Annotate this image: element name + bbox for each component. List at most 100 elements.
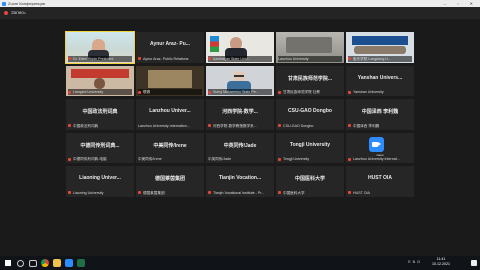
clock-date: 10.12.2021 (432, 262, 450, 266)
participant-name-label: 中国泽西 李利魏 (348, 123, 412, 129)
participant-name: Tongji University (283, 157, 310, 161)
participant-tile[interactable]: 中英同传/Jade 中英同传/Jade (206, 132, 274, 163)
flag-image (210, 36, 219, 52)
participant-name: Yanshan University (353, 90, 384, 94)
participant-name: 中国泽西 李利魏 (353, 123, 380, 128)
muted-mic-icon (138, 57, 141, 61)
participant-gallery: Dr. Eden Kirpin President Aynur Araz- Pu.… (65, 31, 414, 232)
windows-start-icon[interactable] (5, 260, 11, 266)
participant-name: 河西学院-数学教授数学系... (213, 123, 257, 128)
participant-name: HUST OIA (353, 190, 370, 195)
participant-name: 联赛 (143, 90, 151, 94)
muted-mic-icon (278, 191, 281, 195)
muted-mic-icon (138, 191, 141, 195)
muted-mic-icon (348, 157, 351, 161)
file-explorer-icon[interactable] (53, 259, 61, 267)
participant-tile[interactable]: 中国泽西 李利魏 中国泽西 李利魏 (346, 99, 414, 130)
participant-name: 中美同传/Irene (138, 157, 162, 161)
participant-name: Lanzhou University (278, 56, 309, 61)
muted-mic-icon (138, 90, 141, 94)
participant-name-label: CSU-GAO Dongbo (278, 123, 342, 129)
participant-name: 中国政法刑词典 (73, 123, 99, 128)
participant-name-label: Lanzhou University Internat... (348, 156, 412, 162)
participant-name: 中国医科大学 (283, 190, 305, 195)
recording-label[interactable]: Запись (11, 9, 26, 17)
participant-tile[interactable]: 中国政法刑词典 中国政法刑词典 (66, 99, 134, 130)
participant-tile[interactable]: Liaoning Univer... Liaoning University (66, 166, 134, 197)
zoom-logo-icon (369, 136, 384, 152)
participant-tile[interactable]: zoom Lanzhou University Internat... (346, 132, 414, 163)
participant-name-label: 中德同传刑词典-电脑 (68, 156, 132, 162)
participant-display-name: Tongji University (289, 141, 331, 148)
banner-image (352, 36, 408, 45)
participant-tile[interactable]: Tongji University Tongji University (276, 132, 344, 163)
window-titlebar: Zoom Конференция – ▫ ✕ (0, 0, 480, 7)
excel-icon[interactable] (77, 259, 85, 267)
participant-tile[interactable]: Yanshan Univers... Yanshan University (346, 65, 414, 96)
participant-tile[interactable]: Sumy Makarenko State Pe... (206, 65, 274, 96)
participant-tile[interactable]: 中国医科大学 中国医科大学 (276, 166, 344, 197)
search-icon[interactable] (17, 260, 24, 267)
task-view-icon[interactable] (29, 260, 37, 267)
participant-name: Liangshi University (73, 90, 104, 94)
participant-display-name: 德国莱茵集团 (154, 176, 185, 182)
recording-icon (4, 11, 8, 15)
participant-display-name: Aynur Araz- Pu... (150, 41, 190, 47)
notification-icon[interactable] (471, 260, 477, 266)
participant-name: CSU-GAO Dongbo (283, 123, 314, 128)
participant-tile[interactable]: Liangshi University (66, 65, 134, 96)
participant-name-label: 德国莱茵集团 (138, 190, 202, 196)
participant-video (225, 37, 247, 60)
muted-mic-icon (348, 90, 351, 94)
participant-name: Tianjin Vocational Institute - Pr... (213, 190, 265, 195)
participant-video (227, 70, 251, 93)
participant-name: Liaoning University (73, 190, 104, 195)
participant-tile[interactable]: Lanzhou University (276, 32, 344, 63)
muted-mic-icon (208, 57, 211, 61)
participant-tile[interactable]: CSU-GAO Dongbo CSU-GAO Dongbo (276, 99, 344, 130)
language-indicator[interactable]: ENG (408, 260, 422, 264)
participant-tile[interactable]: 德国莱茵集团 德国莱茵集团 (136, 166, 204, 197)
participant-name: Azerbaijan State Univ... (213, 56, 251, 61)
participant-display-name: 中美同传/Irene (153, 142, 187, 149)
participant-name: 中英同传/Jade (208, 157, 232, 161)
chrome-icon[interactable] (41, 259, 49, 267)
participant-name-label: 河西学院-数学教授数学系... (208, 123, 272, 129)
participant-display-name: HUST OIA (368, 175, 392, 181)
participant-tile[interactable]: 中德同传刑词典... 中德同传刑词典-电脑 (66, 132, 134, 163)
banner-image (71, 68, 129, 78)
muted-mic-icon (348, 191, 351, 195)
muted-mic-icon (348, 57, 351, 61)
zoom-taskbar-icon[interactable] (65, 259, 73, 267)
participant-tile[interactable]: Azerbaijan State Univ... (206, 32, 274, 63)
participant-video (88, 39, 109, 60)
window-title: Zoom Конференция (8, 1, 45, 6)
participant-tile[interactable]: 陇东学院 Longdong U... (346, 32, 414, 63)
participant-display-name: Liaoning Univer... (79, 175, 121, 181)
zoom-app-icon (2, 1, 6, 6)
participant-name: Lanzhou University-Internation... (138, 123, 190, 128)
participant-tile[interactable]: Tianjin Vocation... Tianjin Vocational In… (206, 166, 274, 197)
glasses-shape (234, 74, 244, 77)
participant-tile[interactable]: Lanzhou Univer... Lanzhou University-Inte… (136, 99, 204, 130)
participant-tile[interactable]: 甘肃民族师范学院... 甘肃民族师范学院 社教 (276, 65, 344, 96)
muted-mic-icon (208, 191, 211, 195)
participant-tile[interactable]: 中美同传/Irene 中美同传/Irene (136, 132, 204, 163)
participant-name-label: Dr. Eden Kirpin President (68, 55, 132, 62)
participant-name: 中德同传刑词典-电脑 (73, 157, 107, 161)
participant-tile[interactable]: HUST OIA HUST OIA (346, 166, 414, 197)
participant-tile[interactable]: 联赛 (136, 65, 204, 96)
participant-display-name: 中国医科大学 (294, 176, 325, 182)
muted-mic-icon (278, 124, 281, 128)
system-clock[interactable]: 11:41 10.12.2021 (432, 257, 450, 267)
participant-tile[interactable]: 河西学院-数学... 河西学院-数学教授数学系... (206, 99, 274, 130)
window-controls[interactable]: – ▫ ✕ (444, 0, 478, 7)
participant-name-label: 联赛 (138, 89, 202, 95)
participant-name-label: 甘肃民族师范学院 社教 (278, 89, 342, 95)
participant-tile[interactable]: Aynur Araz- Pu... Aynur Araz- Public Rela… (136, 32, 204, 63)
participant-display-name: 中国泽西 李利魏 (361, 109, 399, 115)
participant-video (286, 37, 332, 53)
participant-tile[interactable]: Dr. Eden Kirpin President (65, 31, 135, 64)
participant-name: Dr. Eden Kirpin President (73, 56, 114, 61)
participant-name-label: Tongji University (278, 156, 342, 162)
